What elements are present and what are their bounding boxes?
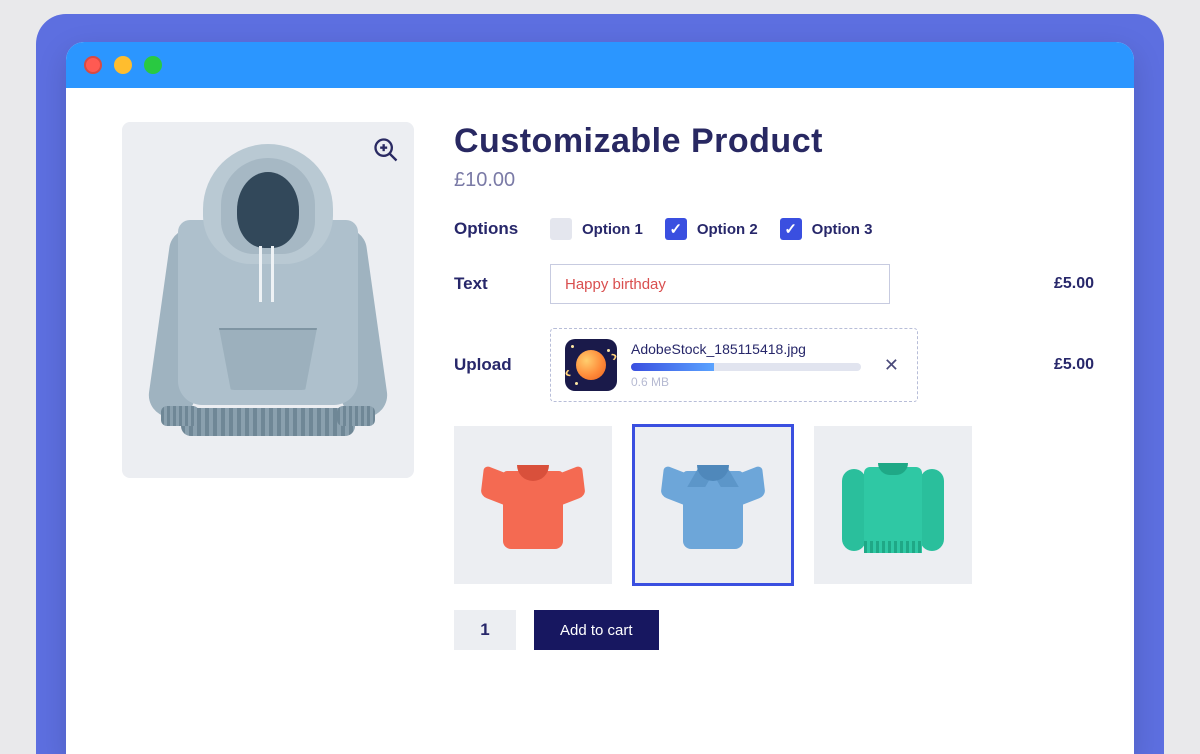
option-3-checkbox[interactable]: ✓ Option 3 xyxy=(780,218,873,240)
upload-filename: AdobeStock_185115418.jpg xyxy=(631,341,866,357)
cart-actions: 1 Add to cart xyxy=(454,610,1094,650)
device-frame: Customizable Product £10.00 Options Opti… xyxy=(36,14,1164,754)
upload-label: Upload xyxy=(454,355,550,375)
upload-progress-fill xyxy=(631,363,714,371)
polo-blue-icon xyxy=(665,457,761,553)
product-hero-image xyxy=(122,122,414,478)
custom-text-input[interactable] xyxy=(550,264,890,304)
upload-row: Upload AdobeStock_185115418.jpg xyxy=(454,328,1094,402)
hoodie-illustration xyxy=(163,150,373,450)
upload-remove-button[interactable]: ✕ xyxy=(880,351,903,380)
upload-filesize: 0.6 MB xyxy=(631,375,866,389)
option-3-label: Option 3 xyxy=(812,221,873,238)
options-label: Options xyxy=(454,219,550,239)
option-1-label: Option 1 xyxy=(582,221,643,238)
sweater-teal-icon xyxy=(842,455,944,555)
product-title: Customizable Product xyxy=(454,122,1094,161)
upload-progress-bar xyxy=(631,363,861,371)
options-row: Options Option 1 ✓ Option 2 ✓ Option 3 xyxy=(454,218,1094,240)
product-page: Customizable Product £10.00 Options Opti… xyxy=(66,88,1134,674)
upload-file-info: AdobeStock_185115418.jpg 0.6 MB xyxy=(631,341,866,389)
text-option-label: Text xyxy=(454,274,550,294)
product-price: £10.00 xyxy=(454,169,1094,192)
window-maximize-dot[interactable] xyxy=(144,56,162,74)
product-details: Customizable Product £10.00 Options Opti… xyxy=(454,122,1094,650)
quantity-input[interactable]: 1 xyxy=(454,610,516,650)
option-2-label: Option 2 xyxy=(697,221,758,238)
upload-option-price: £5.00 xyxy=(1054,356,1094,374)
variant-picker xyxy=(454,426,1094,584)
variant-sweater-teal[interactable] xyxy=(814,426,972,584)
upload-dropzone[interactable]: AdobeStock_185115418.jpg 0.6 MB ✕ xyxy=(550,328,918,402)
window-close-dot[interactable] xyxy=(84,56,102,74)
checkbox-checked-icon: ✓ xyxy=(665,218,687,240)
variant-polo-blue[interactable] xyxy=(634,426,792,584)
window-minimize-dot[interactable] xyxy=(114,56,132,74)
app-window: Customizable Product £10.00 Options Opti… xyxy=(66,42,1134,754)
text-option-price: £5.00 xyxy=(1054,275,1094,293)
add-to-cart-button[interactable]: Add to cart xyxy=(534,610,659,650)
variant-tshirt-red[interactable] xyxy=(454,426,612,584)
checkbox-checked-icon: ✓ xyxy=(780,218,802,240)
tshirt-red-icon xyxy=(485,457,581,553)
window-titlebar xyxy=(66,42,1134,88)
option-1-checkbox[interactable]: Option 1 xyxy=(550,218,643,240)
zoom-icon[interactable] xyxy=(372,136,400,164)
checkbox-empty-icon xyxy=(550,218,572,240)
text-option-row: Text £5.00 xyxy=(454,264,1094,304)
option-2-checkbox[interactable]: ✓ Option 2 xyxy=(665,218,758,240)
upload-thumbnail xyxy=(565,339,617,391)
